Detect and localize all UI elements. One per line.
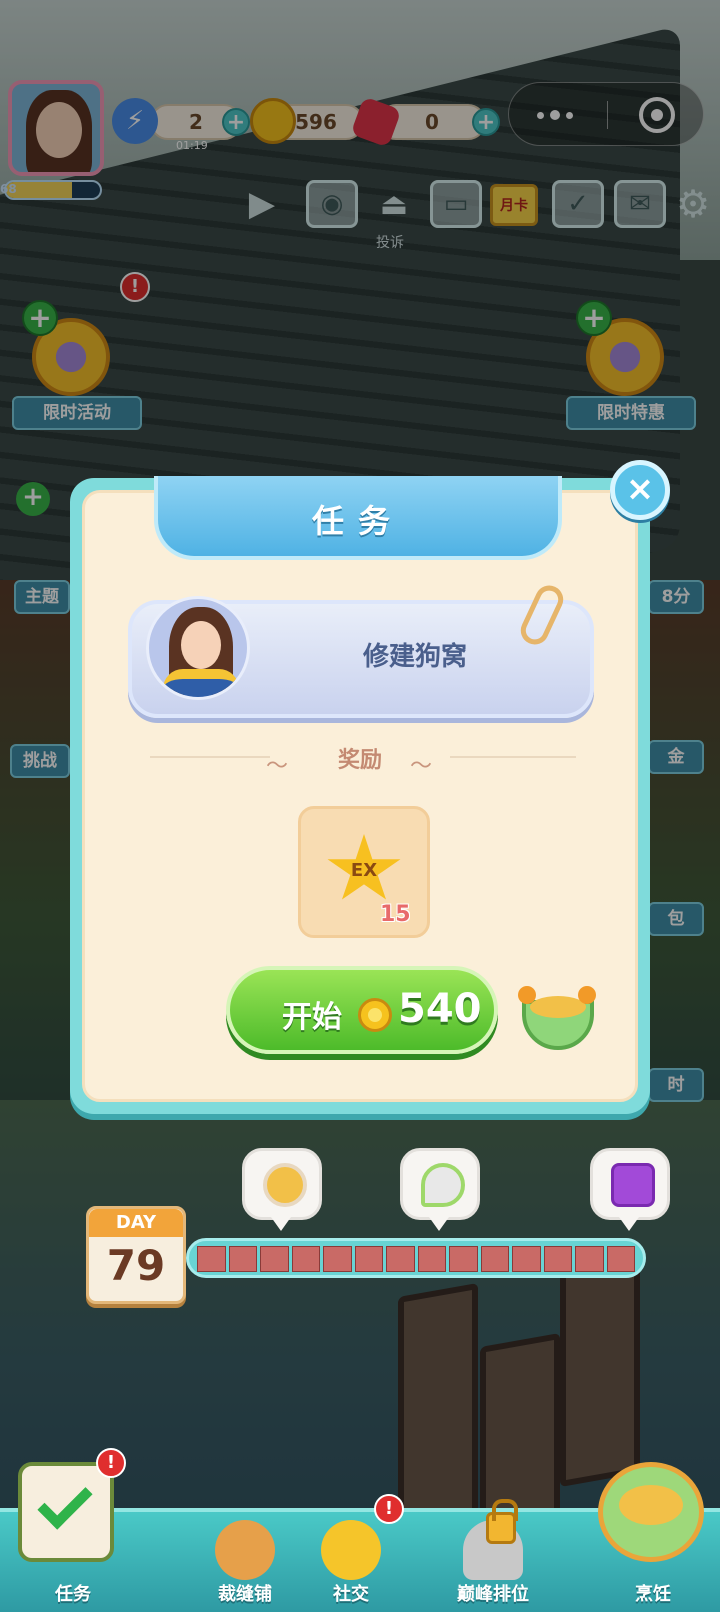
reward-icon-text: EX (350, 860, 378, 881)
nav-tasks[interactable]: 任务 (18, 1512, 128, 1612)
soup-bowl-icon (263, 1163, 307, 1207)
cooking-pot-icon (518, 980, 602, 1060)
progress-segment (228, 1246, 257, 1272)
divider (450, 756, 576, 758)
treasure-chest-icon (611, 1163, 655, 1207)
milestone-chest-bubble[interactable] (590, 1148, 670, 1231)
progress-segment (480, 1246, 509, 1272)
nav-ranking-label: 巅峰排位 (457, 1584, 529, 1605)
sewing-icon (215, 1520, 275, 1580)
dialog-title: 任务 (311, 502, 404, 540)
character-avatar (146, 596, 250, 700)
strainer-icon (421, 1163, 465, 1207)
progress-segment (197, 1246, 226, 1272)
progress-segment (512, 1246, 541, 1272)
nav-tasks-label: 任务 (55, 1584, 91, 1605)
nav-tailor[interactable]: 裁缝铺 (190, 1512, 300, 1612)
divider (150, 756, 270, 758)
close-button[interactable]: × (610, 460, 670, 520)
ornament-icon: 〜 (266, 754, 289, 779)
ornament-icon: 〜 (410, 754, 433, 779)
progress-segment (606, 1246, 635, 1272)
nav-tailor-label: 裁缝铺 (218, 1584, 272, 1605)
milestone-soup-bubble[interactable] (242, 1148, 322, 1231)
social-face-icon (321, 1520, 381, 1580)
reward-header: 奖励 (337, 748, 382, 773)
progress-segment (543, 1246, 572, 1272)
progress-segment (323, 1246, 352, 1272)
nav-cooking-label: 烹饪 (635, 1584, 671, 1605)
day-label: DAY (89, 1209, 183, 1237)
progress-segment (354, 1246, 383, 1272)
coin-icon (358, 998, 392, 1032)
nav-social[interactable]: 社交 (296, 1512, 406, 1612)
start-label: 开始 (282, 1000, 342, 1035)
progress-segment (291, 1246, 320, 1272)
day-calendar: DAY 79 (86, 1206, 186, 1304)
progress-segment (575, 1246, 604, 1272)
progress-segment (386, 1246, 415, 1272)
dialog-title-tab: 任务 (154, 476, 562, 560)
progress-segment (260, 1246, 289, 1272)
reward-amount: 15 (380, 902, 411, 927)
nav-cooking[interactable]: 烹饪 (598, 1512, 708, 1612)
nav-social-label: 社交 (333, 1584, 369, 1605)
progress-segment (417, 1246, 446, 1272)
day-number: 79 (106, 1241, 166, 1290)
milestone-tool-bubble[interactable] (400, 1148, 480, 1231)
start-cost: 540 (398, 986, 482, 1032)
lock-icon (486, 1499, 518, 1544)
progress-segment (449, 1246, 478, 1272)
alert-badge: ! (96, 1448, 126, 1478)
day-progress-bar (186, 1238, 646, 1278)
